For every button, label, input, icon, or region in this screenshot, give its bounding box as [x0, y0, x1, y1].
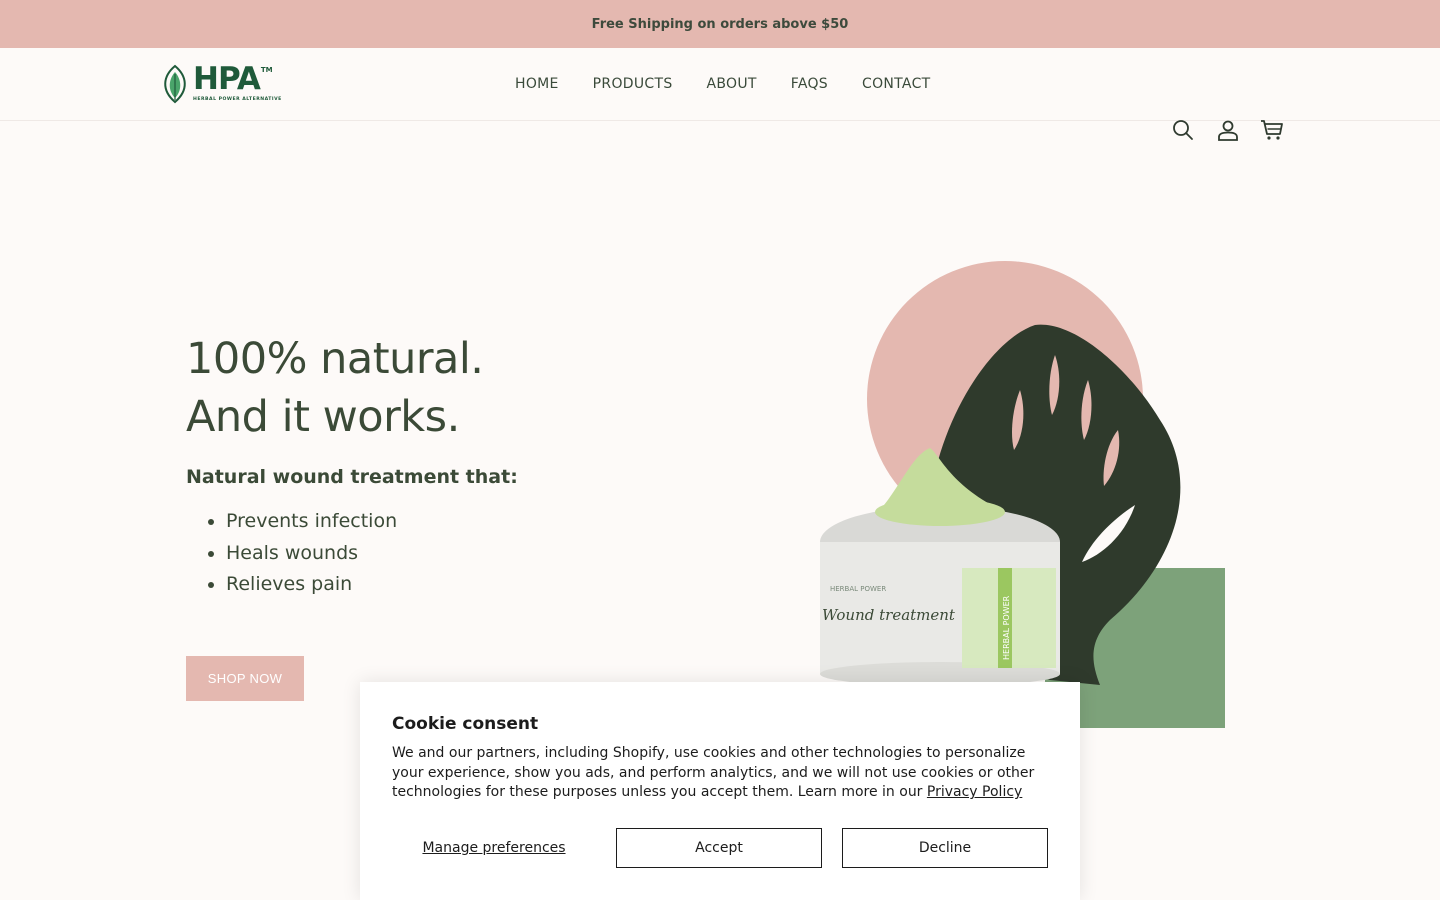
decline-button[interactable]: Decline [842, 828, 1048, 868]
nav-about[interactable]: ABOUT [690, 76, 774, 92]
account-button[interactable] [1213, 115, 1243, 145]
leaf-logo-icon [164, 64, 186, 104]
announcement-text: Free Shipping on orders above $50 [591, 16, 849, 32]
list-item: Prevents infection [226, 506, 706, 538]
hero-subtitle: Natural wound treatment that: [186, 466, 518, 488]
list-item: Heals wounds [226, 538, 706, 570]
cart-button[interactable] [1257, 115, 1287, 145]
logo-letters: HPA [193, 61, 261, 97]
nav-faqs[interactable]: FAQS [774, 76, 845, 92]
hero-title: 100% natural. And it works. [186, 330, 706, 446]
shop-now-button[interactable]: SHOP NOW [186, 656, 304, 701]
hero-title-line2: And it works. [186, 392, 460, 442]
jar-brand: HERBAL POWER [830, 585, 886, 593]
cookie-actions: Manage preferences Accept Decline [392, 828, 1048, 868]
search-button[interactable] [1168, 115, 1198, 145]
site-logo[interactable]: HPA TM HERBAL POWER ALTERNATIVE [159, 64, 282, 104]
jar-name: Wound treatment [822, 606, 956, 624]
jar-side-text: HERBAL POWER [1002, 595, 1011, 660]
cookie-consent-dialog: Cookie consent We and our partners, incl… [360, 682, 1080, 900]
hero-text: 100% natural. And it works. Natural woun… [186, 330, 706, 601]
announcement-bar: Free Shipping on orders above $50 [0, 0, 1440, 48]
search-icon [1173, 120, 1193, 140]
cookie-body: We and our partners, including Shopify, … [392, 744, 1048, 803]
main-nav: HOME PRODUCTS ABOUT FAQS CONTACT [498, 48, 948, 120]
logo-tm: TM [260, 66, 273, 74]
benefit-list: Prevents infection Heals wounds Relieves… [186, 506, 706, 601]
cart-icon [1261, 120, 1283, 140]
cookie-title: Cookie consent [392, 714, 539, 734]
list-item: Relieves pain [226, 569, 706, 601]
nav-contact[interactable]: CONTACT [845, 76, 948, 92]
privacy-policy-link[interactable]: Privacy Policy [927, 784, 1022, 800]
hero-illustration: HERBAL POWER Wound treatment HERBAL POWE… [790, 250, 1240, 740]
site-header: HPA TM HERBAL POWER ALTERNATIVE HOME PRO… [0, 48, 1440, 141]
accept-button[interactable]: Accept [616, 828, 822, 868]
logo-subtitle: HERBAL POWER ALTERNATIVE [193, 97, 282, 102]
manage-preferences-button[interactable]: Manage preferences [392, 828, 596, 868]
hero-title-line1: 100% natural. [186, 334, 484, 384]
account-icon [1218, 120, 1238, 141]
nav-products[interactable]: PRODUCTS [576, 76, 690, 92]
nav-home[interactable]: HOME [498, 76, 576, 92]
